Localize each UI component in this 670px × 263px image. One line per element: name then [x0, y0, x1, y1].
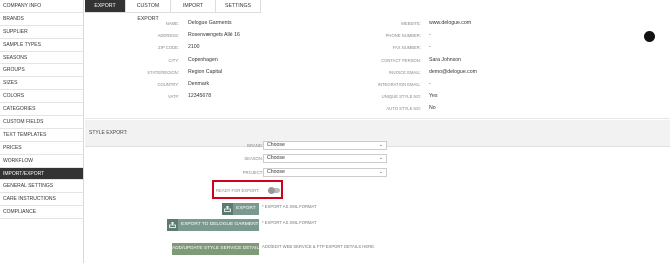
style-export-title: STYLE EXPORT:	[89, 130, 128, 136]
invoice-email-value: demo@delogue.com	[429, 69, 477, 75]
sidebar-item-care-instructions[interactable]: CARE INSTRUCTIONS	[0, 193, 83, 207]
country-label: COUNTRY:	[157, 82, 179, 87]
auto-style-label: AUTO STYLE NO:	[386, 106, 421, 111]
state-value: Region Capital	[188, 69, 223, 75]
zip-value: 2100	[188, 44, 200, 50]
country-value: Denmark	[188, 81, 210, 87]
website-value: www.delogue.com	[429, 20, 472, 26]
project-label: PROJECT:	[242, 170, 263, 175]
export-button[interactable]: EXPORT	[222, 203, 259, 215]
sidebar-item-colors[interactable]: COLORS	[0, 90, 83, 104]
project-select-value: Choose	[267, 169, 285, 175]
main-content: NAME: Delogue Garments ADDRESS: Rosenvæn…	[85, 13, 670, 263]
sidebar-item-brands[interactable]: BRANDS	[0, 13, 83, 26]
sidebar-item-workflow[interactable]: WORKFLOW	[0, 155, 83, 168]
zip-label: ZIP CODE:	[158, 45, 179, 50]
export-icon	[167, 219, 178, 231]
integration-email-label: INTEGRATION EMAIL:	[377, 82, 421, 87]
add-update-service-label: ADD/UPDATE STYLE SERVICE DETAILS	[172, 246, 263, 251]
season-select[interactable]: Choose ⌄	[263, 154, 387, 163]
sidebar-item-groups[interactable]: GROUPS	[0, 64, 83, 78]
sidebar: COMPANY INFO BRANDS SUPPLIER SAMPLE TYPES SE…	[0, 0, 84, 263]
sidebar-item-general-settings[interactable]: GENERAL SETTINGS	[0, 180, 83, 194]
city-label: CITY:	[168, 58, 179, 63]
brand-label: BRAND:	[247, 143, 263, 148]
name-value: Delogue Garments	[188, 20, 232, 26]
sidebar-item-seasons[interactable]: SEASONS	[0, 52, 83, 65]
tab-bar: EXPORT CUSTOM EXPORT IMPORT SETTINGS	[85, 0, 261, 22]
export-delogue-note: * EXPORT AS XML FORMAT	[262, 220, 317, 225]
website-label: WEBSITE:	[400, 21, 421, 26]
export-to-delogue-button[interactable]: EXPORT TO DELOGUE GARMENTS	[167, 219, 262, 231]
address-label: ADDRESS:	[157, 33, 179, 38]
ready-for-export-toggle[interactable]	[268, 187, 280, 194]
export-note: * EXPORT AS XML FORMAT	[262, 204, 317, 209]
phone-label: PHONE NUMBER:	[385, 33, 421, 38]
phone-value: -	[429, 32, 431, 38]
sidebar-item-sample-types[interactable]: SAMPLE TYPES	[0, 39, 83, 52]
brand-select[interactable]: Choose ⌄	[263, 141, 387, 150]
sidebar-item-categories[interactable]: CATEGORIES	[0, 103, 83, 117]
export-icon	[222, 203, 233, 215]
fax-value: -	[429, 44, 431, 50]
tab-custom-export[interactable]: CUSTOM EXPORT	[126, 0, 171, 22]
ready-for-export-label: READY FOR EXPORT:	[216, 188, 260, 193]
sidebar-item-text-templates[interactable]: TEXT TEMPLATES	[0, 129, 83, 142]
company-info-panel: NAME: Delogue Garments ADDRESS: Rosenvæn…	[85, 13, 670, 119]
sidebar-item-supplier[interactable]: SUPPLIER	[0, 26, 83, 39]
toggle-knob	[268, 187, 275, 194]
state-label: STATE/REGION:	[147, 70, 179, 75]
season-select-value: Choose	[267, 155, 285, 161]
contact-value: Sara Johnson	[429, 57, 462, 63]
chevron-down-icon: ⌄	[378, 169, 383, 175]
sidebar-item-import-export[interactable]: IMPORT/EXPORT	[0, 167, 83, 181]
vat-value: 12345678	[188, 93, 212, 99]
auto-style-value: No	[429, 105, 436, 111]
address-value: Rosenvængets Allé 16	[188, 32, 240, 38]
sidebar-item-compliance[interactable]: COMPLIANCE	[0, 206, 83, 220]
tab-settings[interactable]: SETTINGS	[216, 0, 261, 13]
unique-style-value: Yes	[429, 93, 438, 99]
tab-export[interactable]: EXPORT	[85, 0, 126, 13]
sidebar-item-custom-fields[interactable]: CUSTOM FIELDS	[0, 116, 83, 129]
sidebar-item-prices[interactable]: PRICES	[0, 142, 83, 155]
export-to-delogue-label: EXPORT TO DELOGUE GARMENTS	[181, 222, 262, 227]
season-label: SEASON:	[244, 156, 263, 161]
project-select[interactable]: Choose ⌄	[263, 168, 387, 177]
chevron-down-icon: ⌄	[378, 155, 383, 161]
sidebar-item-sizes[interactable]: SIZES	[0, 77, 83, 91]
integration-email-value: -	[429, 81, 431, 87]
service-note: ADD/EDIT WEB SERVICE & FTP EXPORT DETAIL…	[262, 244, 376, 249]
city-value: Copenhagen	[188, 57, 218, 63]
vat-label: VAT#:	[167, 94, 179, 99]
chevron-down-icon: ⌄	[378, 142, 383, 148]
export-button-label: EXPORT	[236, 206, 256, 211]
add-update-service-button[interactable]: ADD/UPDATE STYLE SERVICE DETAILS	[172, 243, 263, 255]
invoice-email-label: INVOICE EMAIL:	[388, 70, 421, 75]
contact-label: CONTACT PERSON:	[381, 58, 421, 63]
tab-import[interactable]: IMPORT	[171, 0, 216, 13]
unique-style-label: UNIQUE STYLE NO:	[381, 94, 421, 99]
fax-label: FAX NUMBER:	[392, 45, 421, 50]
chat-bubble-icon[interactable]	[644, 31, 655, 42]
brand-select-value: Choose	[267, 142, 285, 148]
sidebar-item-company-info[interactable]: COMPANY INFO	[0, 0, 83, 13]
name-label: NAME:	[165, 21, 179, 26]
